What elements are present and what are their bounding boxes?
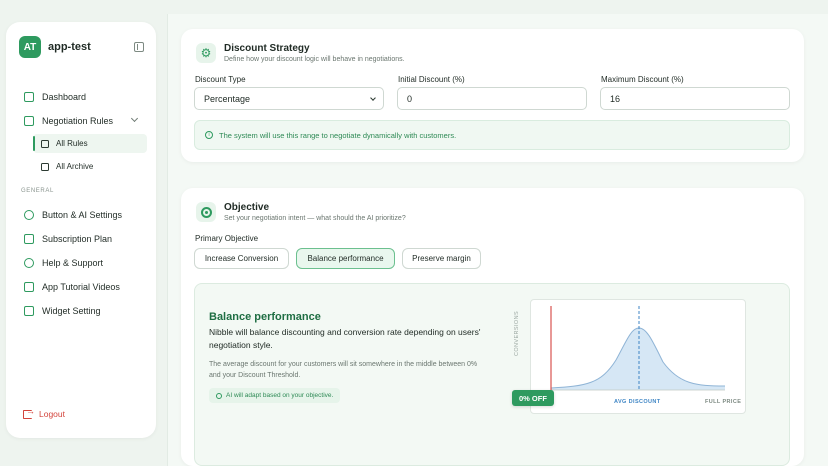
app-brand: AT app-test [19,36,91,58]
sidebar-item-subscription-plan[interactable]: Subscription Plan [24,234,112,244]
discount-strategy-title: Discount Strategy [224,43,310,54]
info-icon: i [205,131,213,139]
rules-document-icon [24,116,34,126]
sidebar-collapse-icon[interactable] [134,42,144,52]
discount-info-text: The system will use this range to negoti… [219,130,457,140]
video-camera-icon [24,282,34,292]
discount-type-select[interactable]: Percentage [194,87,384,110]
check-circle-icon [216,392,222,399]
initial-discount-input[interactable]: 0 [397,87,587,110]
rules-list-icon [41,139,49,148]
distribution-svg [550,306,726,391]
objective-title: Objective [224,202,270,213]
objective-detail-description: Nibble will balance discounting and conv… [209,327,481,350]
sidebar-item-label: Widget Setting [42,306,101,316]
discount-type-label: Discount Type [195,75,246,84]
gift-icon [24,234,34,244]
sidebar-item-negotiation-rules[interactable]: Negotiation Rules [24,116,113,126]
sidebar [6,22,156,438]
widget-layers-icon [24,306,34,316]
chart-y-axis-label: CONVERSIONS [514,310,520,356]
objective-option-label: Balance performance [307,254,384,263]
target-icon [200,206,212,218]
discount-info-banner: i The system will use this range to nego… [194,120,790,150]
sidebar-item-label: Button & AI Settings [42,210,123,220]
logout-icon [23,406,35,419]
objective-detail-note: The average discount for your customers … [209,361,478,379]
objective-option-balance-performance[interactable]: Balance performance [296,248,395,269]
sidebar-item-label: Subscription Plan [42,234,113,244]
sidebar-subitem-label: All Archive [56,162,94,171]
objective-option-label: Preserve margin [412,254,471,263]
objective-option-preserve-margin[interactable]: Preserve margin [402,248,481,269]
sidebar-item-label: Dashboard [42,92,87,102]
archive-box-icon [41,162,49,171]
sidebar-subitem-label: All Rules [56,139,88,148]
sidebar-item-widget-setting[interactable]: Widget Setting [24,306,101,316]
sidebar-item-help-support[interactable]: Help & Support [24,258,103,268]
sidebar-item-label: Negotiation Rules [42,116,114,126]
primary-objective-label: Primary Objective [195,234,259,243]
objective-subtitle: Set your negotiation intent — what shoul… [224,215,406,222]
objective-detail-title: Balance performance [209,311,321,323]
sub-item-active-indicator [33,136,35,151]
initial-discount-label: Initial Discount (%) [398,75,465,84]
discount-type-value: Percentage [204,93,251,104]
objective-option-increase-conversion[interactable]: Increase Conversion [194,248,289,269]
sidebar-item-label: Help & Support [42,258,104,268]
full-price-label: FULL PRICE [705,399,742,405]
avg-discount-label: AVG DISCOUNT [614,399,661,405]
app-name: app-test [48,41,91,53]
discount-card-icon-wrap: ⚙ [196,43,216,63]
zero-off-tag: 0% OFF [512,390,554,406]
sidebar-section-general: GENERAL [21,188,54,194]
gear-icon [24,210,34,220]
app-avatar: AT [19,36,41,58]
objective-card-icon-wrap [196,202,216,222]
chevron-down-icon [370,95,376,101]
objective-badge-text: AI will adapt based on your objective. [226,392,334,399]
sidebar-item-dashboard[interactable]: Dashboard [24,92,86,102]
objective-detail-badge: AI will adapt based on your objective. [209,388,341,403]
sidebar-item-tutorial-videos[interactable]: App Tutorial Videos [24,282,120,292]
sidebar-subitem-all-rules[interactable]: All Rules [41,139,88,148]
logout-button[interactable]: Logout [23,406,65,419]
distribution-curve-fill [551,328,725,390]
discount-distribution-chart [530,299,746,414]
discount-strategy-subtitle: Define how your discount logic will beha… [224,56,405,63]
objective-option-label: Increase Conversion [204,254,279,263]
help-circle-icon [24,258,34,268]
logout-label: Logout [39,409,65,419]
maximum-discount-value: 16 [610,93,621,104]
sidebar-item-label: App Tutorial Videos [42,282,120,292]
sidebar-item-button-ai-settings[interactable]: Button & AI Settings [24,210,122,220]
initial-discount-value: 0 [407,93,413,104]
sidebar-subitem-all-archive[interactable]: All Archive [41,162,93,171]
gear-icon: ⚙ [200,46,212,60]
maximum-discount-label: Maximum Discount (%) [601,75,684,84]
dashboard-grid-icon [24,92,34,102]
maximum-discount-input[interactable]: 16 [600,87,790,110]
